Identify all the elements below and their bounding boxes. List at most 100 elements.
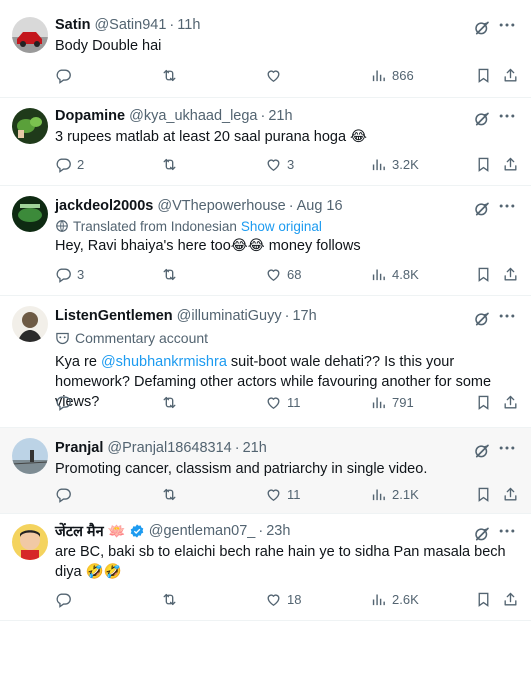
reply-button[interactable] xyxy=(55,392,77,412)
views-count: 791 xyxy=(392,394,414,410)
views-button[interactable]: 2.1K xyxy=(370,484,419,504)
reply-icon xyxy=(55,394,72,411)
avatar[interactable] xyxy=(12,438,48,474)
repost-button[interactable] xyxy=(161,264,183,284)
views-icon xyxy=(370,266,387,283)
share-button[interactable] xyxy=(502,154,519,174)
author-name[interactable]: जेंटल मैन 🪷 xyxy=(55,521,126,541)
reply-item[interactable]: ListenGentlemen @illuminatiGuyy · 17h Comme… xyxy=(0,296,531,428)
bookmark-button[interactable] xyxy=(475,484,492,504)
timestamp[interactable]: 17h xyxy=(292,308,316,324)
timestamp[interactable]: 21h xyxy=(243,440,267,456)
avatar[interactable] xyxy=(12,17,48,53)
repost-button[interactable] xyxy=(161,392,183,412)
reply-icon xyxy=(55,486,72,503)
more-icon[interactable] xyxy=(497,15,517,35)
reply-button[interactable] xyxy=(55,589,77,609)
share-button[interactable] xyxy=(502,65,519,85)
avatar[interactable] xyxy=(12,524,48,560)
bookmark-button[interactable] xyxy=(475,65,492,85)
reply-icon xyxy=(55,156,72,173)
more-icon[interactable] xyxy=(497,306,517,326)
reply-item[interactable]: Pranjal @Pranjal18648314 · 21h Promoting ca… xyxy=(0,428,531,514)
author-name[interactable]: Dopamine xyxy=(55,108,125,124)
share-button[interactable] xyxy=(502,264,519,284)
share-button[interactable] xyxy=(502,484,519,504)
repost-button[interactable] xyxy=(161,65,183,85)
reply-button[interactable] xyxy=(55,484,77,504)
views-count: 2.6K xyxy=(392,591,419,607)
reply-button[interactable]: 2 xyxy=(55,154,84,174)
separator-dot: · xyxy=(258,523,264,539)
grok-icon[interactable] xyxy=(473,442,491,460)
share-button[interactable] xyxy=(502,392,519,412)
like-button[interactable]: 18 xyxy=(265,589,301,609)
bookmark-button[interactable] xyxy=(475,154,492,174)
like-button[interactable]: 11 xyxy=(265,392,301,412)
more-icon[interactable] xyxy=(497,196,517,216)
like-icon xyxy=(265,486,282,503)
commentary-label: Commentary account xyxy=(55,328,523,348)
bookmark-button[interactable] xyxy=(475,264,492,284)
grok-icon[interactable] xyxy=(473,310,491,328)
bookmark-icon xyxy=(475,266,492,283)
repost-icon xyxy=(161,486,178,503)
reply-button[interactable] xyxy=(55,65,77,85)
grok-icon[interactable] xyxy=(473,525,491,543)
like-icon xyxy=(265,156,282,173)
share-button[interactable] xyxy=(502,589,519,609)
avatar[interactable] xyxy=(12,108,48,144)
grok-icon[interactable] xyxy=(473,200,491,218)
views-button[interactable]: 791 xyxy=(370,392,414,412)
grok-icon[interactable] xyxy=(473,110,491,128)
like-button[interactable]: 11 xyxy=(265,484,301,504)
text-part: Kya re xyxy=(55,354,101,370)
timestamp[interactable]: Aug 16 xyxy=(297,198,343,214)
author-handle[interactable]: @Satin941 xyxy=(94,17,166,33)
author-handle[interactable]: @gentleman07_ xyxy=(149,523,256,539)
views-button[interactable]: 3.2K xyxy=(370,154,419,174)
views-button[interactable]: 866 xyxy=(370,65,414,85)
timestamp[interactable]: 23h xyxy=(266,523,290,539)
reply-item[interactable]: Satin @Satin941 · 11h Body Double hai 866 xyxy=(0,0,531,98)
repost-button[interactable] xyxy=(161,589,183,609)
author-name[interactable]: Pranjal xyxy=(55,440,103,456)
reply-text: 3 rupees matlab at least 20 saal purana … xyxy=(55,129,367,145)
reply-button[interactable]: 3 xyxy=(55,264,84,284)
author-handle[interactable]: @VThepowerhouse xyxy=(157,198,285,214)
reply-item[interactable]: Dopamine @kya_ukhaad_lega · 21h 3 rupees ma… xyxy=(0,98,531,186)
views-button[interactable]: 2.6K xyxy=(370,589,419,609)
repost-button[interactable] xyxy=(161,484,183,504)
separator-dot: · xyxy=(288,198,294,214)
author-handle[interactable]: @kya_ukhaad_lega xyxy=(129,108,257,124)
mention-link[interactable]: @shubhankrmishra xyxy=(101,354,227,370)
grok-icon[interactable] xyxy=(473,19,491,37)
repost-button[interactable] xyxy=(161,154,183,174)
author-handle[interactable]: @Pranjal18648314 xyxy=(107,440,231,456)
author-name[interactable]: Satin xyxy=(55,17,90,33)
timestamp[interactable]: 21h xyxy=(268,108,292,124)
views-button[interactable]: 4.8K xyxy=(370,264,419,284)
like-count: 18 xyxy=(287,591,302,607)
repost-icon xyxy=(161,394,178,411)
bookmark-button[interactable] xyxy=(475,392,492,412)
avatar[interactable] xyxy=(12,196,48,232)
like-button[interactable]: 3 xyxy=(265,154,294,174)
like-button[interactable] xyxy=(265,65,287,85)
author-name[interactable]: jackdeol2000s xyxy=(55,198,153,214)
like-button[interactable]: 68 xyxy=(265,264,301,284)
reply-item[interactable]: jackdeol2000s @VThepowerhouse · Aug 16 Tran… xyxy=(0,186,531,296)
replies-feed: Satin @Satin941 · 11h Body Double hai 866 D… xyxy=(0,0,531,621)
more-icon[interactable] xyxy=(497,521,517,541)
timestamp[interactable]: 11h xyxy=(177,17,200,33)
more-icon[interactable] xyxy=(497,106,517,126)
more-icon[interactable] xyxy=(497,438,517,458)
bookmark-button[interactable] xyxy=(475,589,492,609)
reply-item[interactable]: जेंटल मैन 🪷 @gentleman07_ · 23h are BC, bak… xyxy=(0,514,531,621)
verified-badge-icon xyxy=(130,524,144,538)
show-original-link[interactable]: Show original xyxy=(241,219,322,234)
author-handle[interactable]: @illuminatiGuyy xyxy=(177,308,282,324)
avatar[interactable] xyxy=(12,306,48,342)
author-name[interactable]: ListenGentlemen xyxy=(55,308,173,324)
like-count: 68 xyxy=(287,266,302,282)
